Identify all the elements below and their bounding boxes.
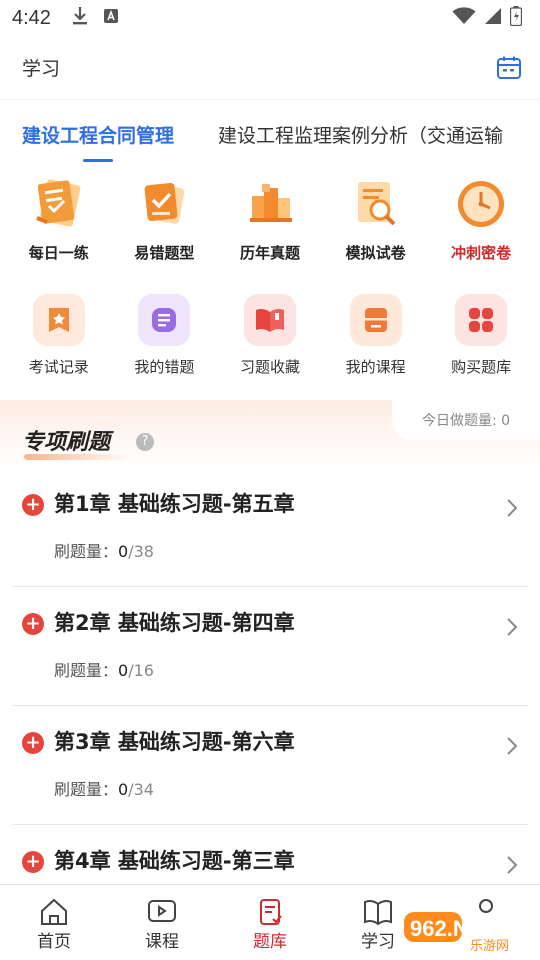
- tab-supervision-case[interactable]: 建设工程监理案例分析（交通运输: [218, 100, 503, 168]
- nav-study-label: 学习: [361, 932, 395, 952]
- chapter-row[interactable]: + 第1章 基础练习题-第五章 刷题量：0/38: [12, 468, 528, 587]
- watermark-subtext: 乐游网: [470, 939, 509, 954]
- favorites-button[interactable]: 习题收藏: [222, 294, 318, 400]
- today-count: 今日做题量: 0: [392, 400, 540, 440]
- chevron-right-icon: [506, 736, 518, 756]
- my-courses-button[interactable]: 我的课程: [328, 294, 424, 400]
- progress-done: 0: [118, 542, 129, 561]
- error-prone-button[interactable]: 易错题型: [116, 172, 212, 288]
- daily-practice-label: 每日一练: [28, 244, 89, 262]
- chapter-row[interactable]: + 第3章 基础练习题-第六章 刷题量：0/34: [12, 706, 528, 825]
- status-bar: 4:42: [0, 0, 540, 36]
- mock-exam-button[interactable]: 模拟试卷: [328, 172, 424, 288]
- watermark-number: 962.NET: [410, 916, 497, 941]
- sprint-exam-icon: [451, 174, 511, 234]
- error-prone-icon: [134, 174, 194, 234]
- nav-course-label: 课程: [145, 932, 179, 952]
- tab-contract-management[interactable]: 建设工程合同管理: [22, 100, 174, 168]
- expand-icon[interactable]: +: [22, 851, 44, 873]
- exam-record-label: 考试记录: [28, 358, 89, 376]
- main-feature-grid: 每日一练 易错题型 历年真题 模拟试卷 冲刺密卷: [0, 168, 540, 288]
- chapter-progress: 刷题量：0/16: [54, 657, 154, 681]
- chevron-right-icon: [506, 498, 518, 518]
- chapter-title: 第4章 基础练习题-第三章: [54, 849, 295, 873]
- mock-exam-label: 模拟试卷: [345, 244, 406, 262]
- past-exams-icon: [240, 174, 300, 234]
- mock-exam-icon: [346, 174, 406, 234]
- my-errors-button[interactable]: 我的错题: [116, 294, 212, 400]
- chapter-progress: 刷题量：0/38: [54, 538, 154, 562]
- nav-question-bank[interactable]: 题库: [216, 885, 324, 960]
- exam-record-button[interactable]: 考试记录: [11, 294, 107, 400]
- chapter-progress: 刷题量：0/34: [54, 776, 154, 800]
- help-icon[interactable]: ?: [136, 433, 154, 451]
- home-icon: [38, 897, 70, 927]
- buy-bank-button[interactable]: 购买题库: [433, 294, 529, 400]
- font-app-icon: [103, 7, 119, 29]
- my-errors-icon: [138, 294, 191, 346]
- daily-practice-button[interactable]: 每日一练: [11, 172, 107, 288]
- watermark-logo: 962.NET 乐游网: [404, 906, 534, 956]
- exam-record-icon: [32, 294, 85, 346]
- chapter-title: 第3章 基础练习题-第六章: [54, 730, 295, 754]
- my-courses-label: 我的课程: [345, 358, 406, 376]
- progress-total: /34: [128, 780, 154, 799]
- nav-home[interactable]: 首页: [0, 885, 108, 960]
- study-icon: [362, 897, 394, 927]
- chevron-right-icon: [506, 617, 518, 637]
- status-time: 4:42: [12, 6, 51, 29]
- sprint-exam-label: 冲刺密卷: [451, 244, 512, 262]
- past-exams-label: 历年真题: [239, 244, 300, 262]
- buy-bank-icon: [455, 294, 508, 346]
- app-header: 学习: [0, 36, 540, 100]
- sprint-exam-button[interactable]: 冲刺密卷: [433, 172, 529, 288]
- expand-icon[interactable]: +: [22, 732, 44, 754]
- signal-icon: [484, 7, 502, 30]
- my-errors-label: 我的错题: [134, 358, 195, 376]
- question-bank-icon: [254, 897, 286, 927]
- progress-label: 刷题量：: [54, 780, 119, 799]
- progress-total: /16: [128, 661, 154, 680]
- nav-course[interactable]: 课程: [108, 885, 216, 960]
- favorites-icon: [243, 294, 296, 346]
- subject-tabs: 建设工程合同管理 建设工程监理案例分析（交通运输: [0, 100, 540, 168]
- chapter-row[interactable]: + 第2章 基础练习题-第四章 刷题量：0/16: [12, 587, 528, 706]
- progress-label: 刷题量：: [54, 542, 119, 561]
- chapter-title: 第1章 基础练习题-第五章: [54, 492, 295, 516]
- page-title: 学习: [22, 58, 61, 80]
- expand-icon[interactable]: +: [22, 494, 44, 516]
- download-icon: [71, 6, 89, 31]
- title-underline: [24, 454, 130, 460]
- chevron-right-icon: [506, 855, 518, 875]
- section-title: 专项刷题: [22, 430, 111, 455]
- progress-done: 0: [118, 661, 129, 680]
- progress-done: 0: [118, 780, 129, 799]
- calendar-icon[interactable]: [496, 55, 522, 81]
- expand-icon[interactable]: +: [22, 613, 44, 635]
- chapter-title: 第2章 基础练习题-第四章: [54, 611, 295, 635]
- buy-bank-label: 购买题库: [451, 358, 512, 376]
- nav-home-label: 首页: [37, 932, 71, 952]
- chapter-list: + 第1章 基础练习题-第五章 刷题量：0/38 + 第2章 基础练习题-第四章…: [0, 468, 540, 944]
- past-exams-button[interactable]: 历年真题: [222, 172, 318, 288]
- my-courses-icon: [349, 294, 402, 346]
- tools-grid: 考试记录 我的错题 习题收藏 我的课程 购买题库: [0, 288, 540, 400]
- daily-practice-icon: [29, 174, 89, 234]
- progress-total: /38: [128, 542, 154, 561]
- error-prone-label: 易错题型: [134, 244, 195, 262]
- favorites-label: 习题收藏: [239, 358, 300, 376]
- nav-question-bank-label: 题库: [253, 932, 287, 952]
- progress-label: 刷题量：: [54, 661, 119, 680]
- course-icon: [146, 897, 178, 927]
- battery-icon: [509, 5, 523, 31]
- wifi-icon: [452, 6, 476, 30]
- special-practice-section-header: 专项刷题 ? 今日做题量: 0: [0, 400, 540, 468]
